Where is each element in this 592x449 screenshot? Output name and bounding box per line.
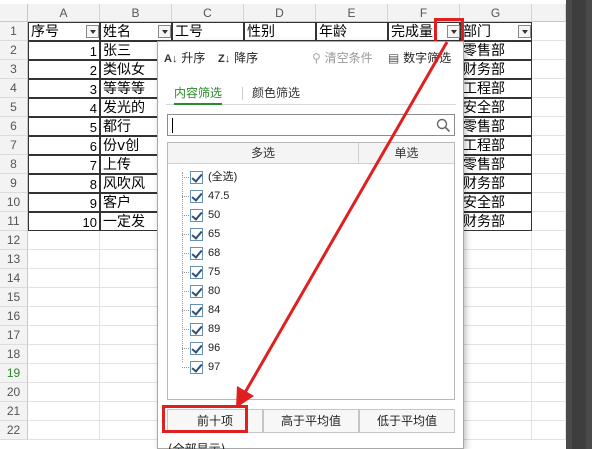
- annotation-arrow: [236, 41, 449, 408]
